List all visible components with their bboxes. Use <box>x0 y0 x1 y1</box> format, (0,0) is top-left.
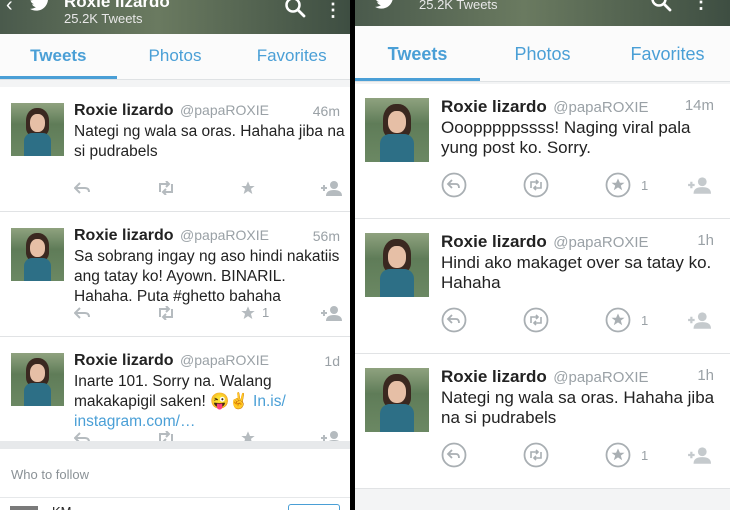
avatar[interactable] <box>11 103 64 156</box>
retweet-icon[interactable] <box>523 442 549 468</box>
tweet-author-name[interactable]: Roxie lizardo <box>74 352 174 369</box>
follow-user-icon[interactable] <box>320 305 342 321</box>
left-screenshot: ‹ Roxie lizardo 25.2K Tweets ⋮ Tweets Ph… <box>0 0 350 510</box>
back-arrow-icon[interactable]: ‹ <box>6 0 13 17</box>
reply-icon[interactable] <box>441 442 467 468</box>
favorite-star-icon[interactable] <box>605 307 631 333</box>
follow-user-icon[interactable] <box>687 311 711 329</box>
profile-header: 25.2K Tweets ⋮ <box>355 0 730 26</box>
tweet-timestamp: 56m <box>312 228 340 244</box>
tweet-actions: 1 <box>441 442 721 470</box>
tweet-count: 25.2K Tweets <box>419 0 498 12</box>
tweet-timestamp: 1h <box>697 367 714 384</box>
tweet-timestamp: 1h <box>697 232 714 249</box>
tweet-text: Ooopppppssss! Naging viral pala yung pos… <box>441 118 691 157</box>
tweet-timestamp: 14m <box>684 97 714 114</box>
tweet-item[interactable]: Roxie lizardo @papaROXIE 1h Nategi ng wa… <box>355 354 730 489</box>
tweet-author-handle: @papaROXIE <box>553 369 649 386</box>
tab-tweets[interactable]: Tweets <box>0 34 117 79</box>
avatar[interactable] <box>11 228 64 281</box>
tweet-author-handle: @papaROXIE <box>180 227 269 243</box>
tweet-author-handle: @papaROXIE <box>553 99 649 116</box>
tweet-actions <box>74 179 344 199</box>
twitter-bird-icon <box>374 0 393 9</box>
favorite-star-icon[interactable] <box>240 305 256 321</box>
reply-icon[interactable] <box>74 306 90 320</box>
tweet-text: Hindi ako makaget over sa tatay ko. Haha… <box>441 253 712 292</box>
tweet-text: Sa sobrang ingay ng aso hindi nakatiis a… <box>74 248 340 305</box>
avatar[interactable] <box>365 368 429 432</box>
retweet-icon[interactable] <box>156 181 176 195</box>
tweet-feed: Roxie lizardo @papaROXIE 14m Ooopppppsss… <box>355 84 730 489</box>
follow-button[interactable] <box>288 504 340 510</box>
favorite-count: 1 <box>262 305 270 320</box>
avatar[interactable] <box>10 506 38 510</box>
tweet-author-handle: @papaROXIE <box>180 352 269 368</box>
tweet-author-name[interactable]: Roxie lizardo <box>441 367 547 386</box>
more-vert-icon[interactable]: ⋮ <box>324 0 342 21</box>
favorite-star-icon[interactable] <box>605 442 631 468</box>
suggested-user-name[interactable]: KM <box>52 504 72 510</box>
tweet-text: Nategi ng wala sa oras. Hahaha jiba na s… <box>441 388 715 427</box>
tweet-author-name[interactable]: Roxie lizardo <box>74 102 174 119</box>
tab-tweets[interactable]: Tweets <box>355 26 480 81</box>
favorite-count: 1 <box>641 178 649 193</box>
follow-user-icon[interactable] <box>687 446 711 464</box>
suggested-user[interactable]: KM <box>0 497 350 510</box>
profile-header: ‹ Roxie lizardo 25.2K Tweets ⋮ <box>0 0 350 34</box>
tweet-text-body: Inarte 101. Sorry na. Walang makakapigil… <box>74 373 272 410</box>
tweet-author-name[interactable]: Roxie lizardo <box>74 227 174 244</box>
twitter-bird-icon <box>29 0 48 11</box>
reply-icon[interactable] <box>441 307 467 333</box>
tweet-item[interactable]: Roxie lizardo @papaROXIE 56m Sa sobrang … <box>0 212 350 337</box>
tweet-timestamp: 46m <box>312 103 340 119</box>
search-icon[interactable] <box>284 0 306 18</box>
tweet-count: 25.2K Tweets <box>64 11 143 26</box>
avatar[interactable] <box>365 98 429 162</box>
reply-icon[interactable] <box>74 181 90 195</box>
profile-tabs: Tweets Photos Favorites <box>355 26 730 82</box>
favorite-count: 1 <box>641 313 649 328</box>
retweet-icon[interactable] <box>523 307 549 333</box>
right-screenshot: 25.2K Tweets ⋮ Tweets Photos Favorites R… <box>355 0 730 510</box>
profile-tabs: Tweets Photos Favorites <box>0 34 350 80</box>
avatar[interactable] <box>365 233 429 297</box>
tweet-text: Nategi ng wala sa oras. Hahaha jiba na s… <box>74 123 345 160</box>
tweet-item[interactable]: Roxie lizardo @papaROXIE 46m Nategi ng w… <box>0 87 350 212</box>
tweet-item[interactable]: Roxie lizardo @papaROXIE 14m Ooopppppsss… <box>355 84 730 219</box>
tab-favorites[interactable]: Favorites <box>605 26 730 81</box>
search-icon[interactable] <box>650 0 672 12</box>
tweet-feed: Roxie lizardo @papaROXIE 46m Nategi ng w… <box>0 80 350 462</box>
tab-favorites[interactable]: Favorites <box>233 34 350 79</box>
tab-photos[interactable]: Photos <box>117 34 234 79</box>
follow-user-icon[interactable] <box>687 176 711 194</box>
favorite-star-icon[interactable] <box>605 172 631 198</box>
tweet-actions: 1 <box>74 304 344 324</box>
favorite-star-icon[interactable] <box>240 180 256 196</box>
favorite-count: 1 <box>641 448 649 463</box>
tweet-actions: 1 <box>441 307 721 335</box>
tweet-item[interactable]: Roxie lizardo @papaROXIE 1h Hindi ako ma… <box>355 219 730 354</box>
retweet-icon[interactable] <box>523 172 549 198</box>
who-to-follow: Who to follow KM <box>0 441 350 510</box>
avatar[interactable] <box>11 353 64 406</box>
follow-user-icon[interactable] <box>320 180 342 196</box>
who-to-follow-title: Who to follow <box>11 467 90 482</box>
tweet-actions: 1 <box>441 172 721 200</box>
tweet-author-handle: @papaROXIE <box>553 234 649 251</box>
tweet-author-name[interactable]: Roxie lizardo <box>441 232 547 251</box>
tab-photos[interactable]: Photos <box>480 26 605 81</box>
tweet-author-name[interactable]: Roxie lizardo <box>441 97 547 116</box>
tweet-timestamp: 1d <box>324 353 340 369</box>
retweet-icon[interactable] <box>156 306 176 320</box>
tweet-author-handle: @papaROXIE <box>180 102 269 118</box>
tweet-text: Inarte 101. Sorry na. Walang makakapigil… <box>74 372 346 432</box>
reply-icon[interactable] <box>441 172 467 198</box>
more-vert-icon[interactable]: ⋮ <box>692 0 710 13</box>
